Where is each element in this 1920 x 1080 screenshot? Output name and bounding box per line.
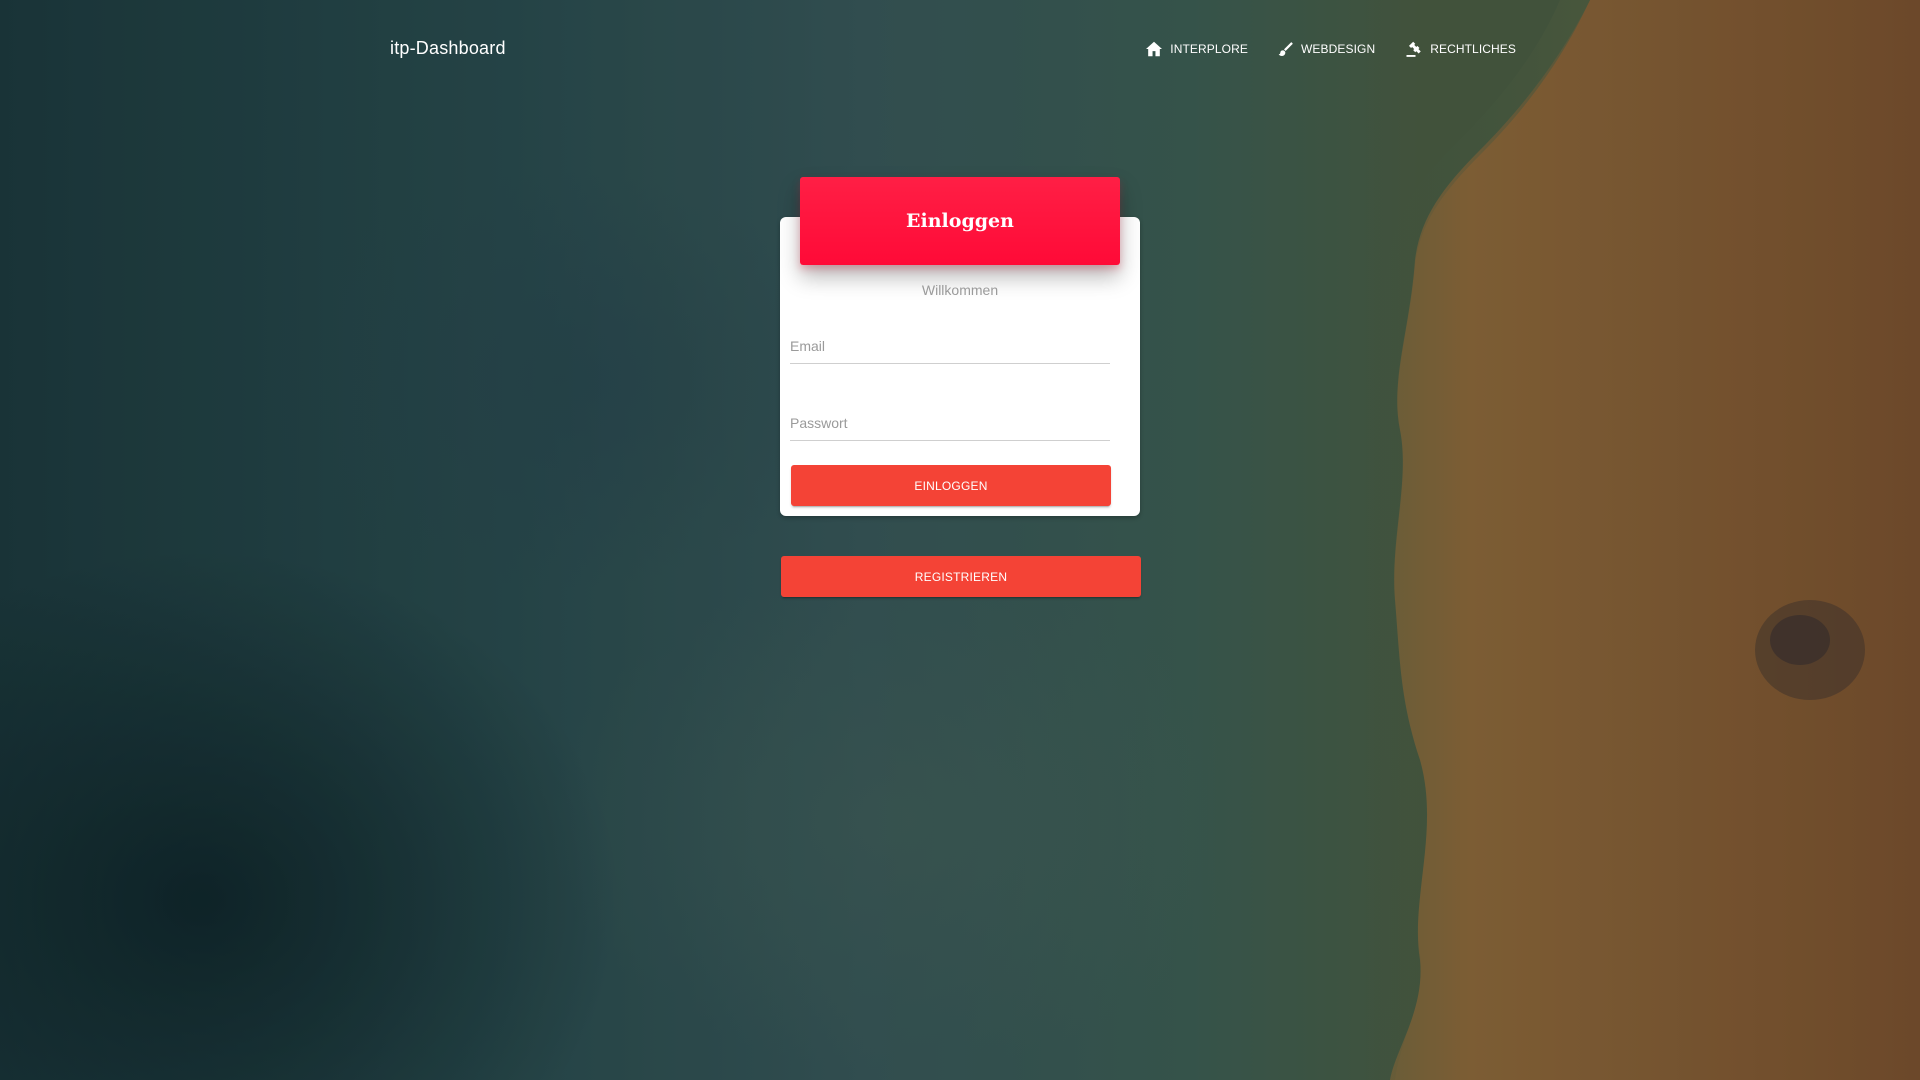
nav-link-interplore[interactable]: Interplore <box>1145 41 1248 57</box>
login-card-header: Einloggen <box>800 177 1120 265</box>
navbar: itp-Dashboard Interplore Webdesign Recht… <box>0 0 1920 102</box>
background-image <box>0 0 1920 1080</box>
nav-link-label: Rechtliches <box>1430 42 1516 56</box>
home-icon <box>1145 41 1163 57</box>
login-button[interactable]: Einloggen <box>791 465 1111 506</box>
gavel-icon <box>1405 40 1423 58</box>
brand-logo-text[interactable]: itp-Dashboard <box>390 38 506 59</box>
welcome-text: Willkommen <box>921 282 999 298</box>
nav-link-label: Interplore <box>1170 42 1248 56</box>
email-field[interactable] <box>790 329 1110 363</box>
password-field[interactable] <box>790 406 1110 440</box>
brush-icon <box>1278 41 1294 57</box>
nav-links: Interplore Webdesign Rechtliches <box>1145 40 1516 58</box>
nav-link-label: Webdesign <box>1300 42 1376 56</box>
nav-link-rechtliches[interactable]: Rechtliches <box>1405 40 1516 58</box>
register-button[interactable]: Registrieren <box>781 556 1141 597</box>
nav-link-webdesign[interactable]: Webdesign <box>1278 41 1375 57</box>
password-field-wrapper <box>790 406 1110 441</box>
email-field-wrapper <box>790 329 1110 364</box>
login-title: Einloggen <box>906 210 1014 232</box>
